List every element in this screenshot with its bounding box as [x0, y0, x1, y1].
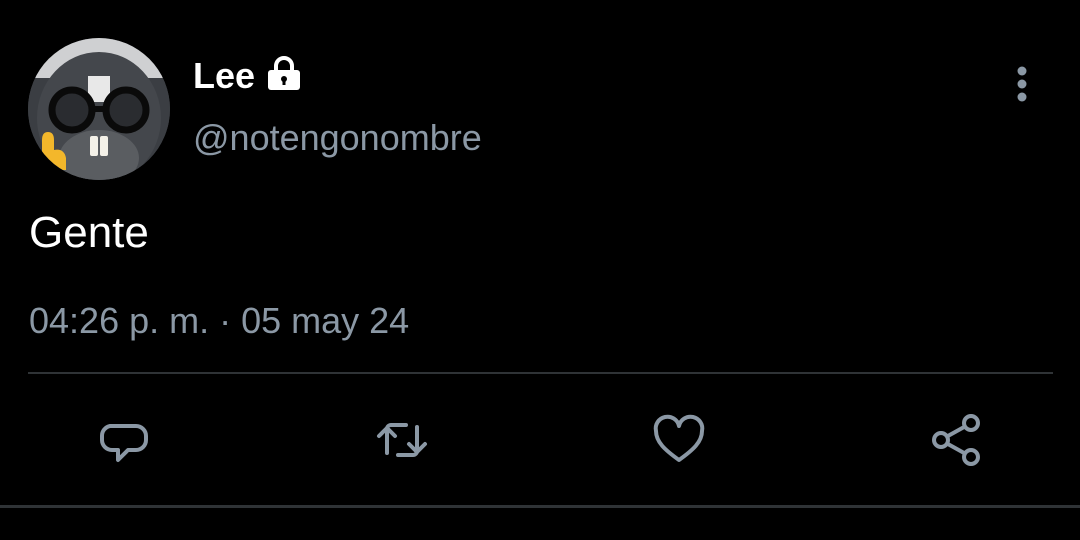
like-button[interactable]: [647, 408, 711, 472]
display-name[interactable]: Lee: [193, 54, 255, 98]
share-button[interactable]: [925, 408, 989, 472]
tweet-text: Gente: [29, 208, 149, 257]
share-icon: [932, 414, 980, 466]
retweet-icon: [377, 423, 427, 457]
more-options-button[interactable]: [1000, 62, 1044, 106]
avatar-image: [28, 38, 170, 180]
divider: [0, 505, 1080, 508]
reply-icon: [100, 424, 148, 462]
more-vertical-icon: [1017, 66, 1027, 102]
author-handle[interactable]: @notengonombre: [193, 116, 482, 160]
tweet-timestamp[interactable]: 04:26 p. m. · 05 may 24: [29, 298, 409, 344]
author-name-row[interactable]: Lee: [193, 54, 303, 98]
heart-icon: [653, 414, 705, 462]
lock-icon: [268, 56, 301, 90]
avatar[interactable]: [28, 38, 170, 180]
reply-button[interactable]: [92, 408, 156, 472]
retweet-button[interactable]: [370, 408, 434, 472]
tweet-detail: Lee @notengonombre Gente 04:26 p. m. · 0…: [0, 0, 1080, 540]
divider: [28, 372, 1053, 374]
